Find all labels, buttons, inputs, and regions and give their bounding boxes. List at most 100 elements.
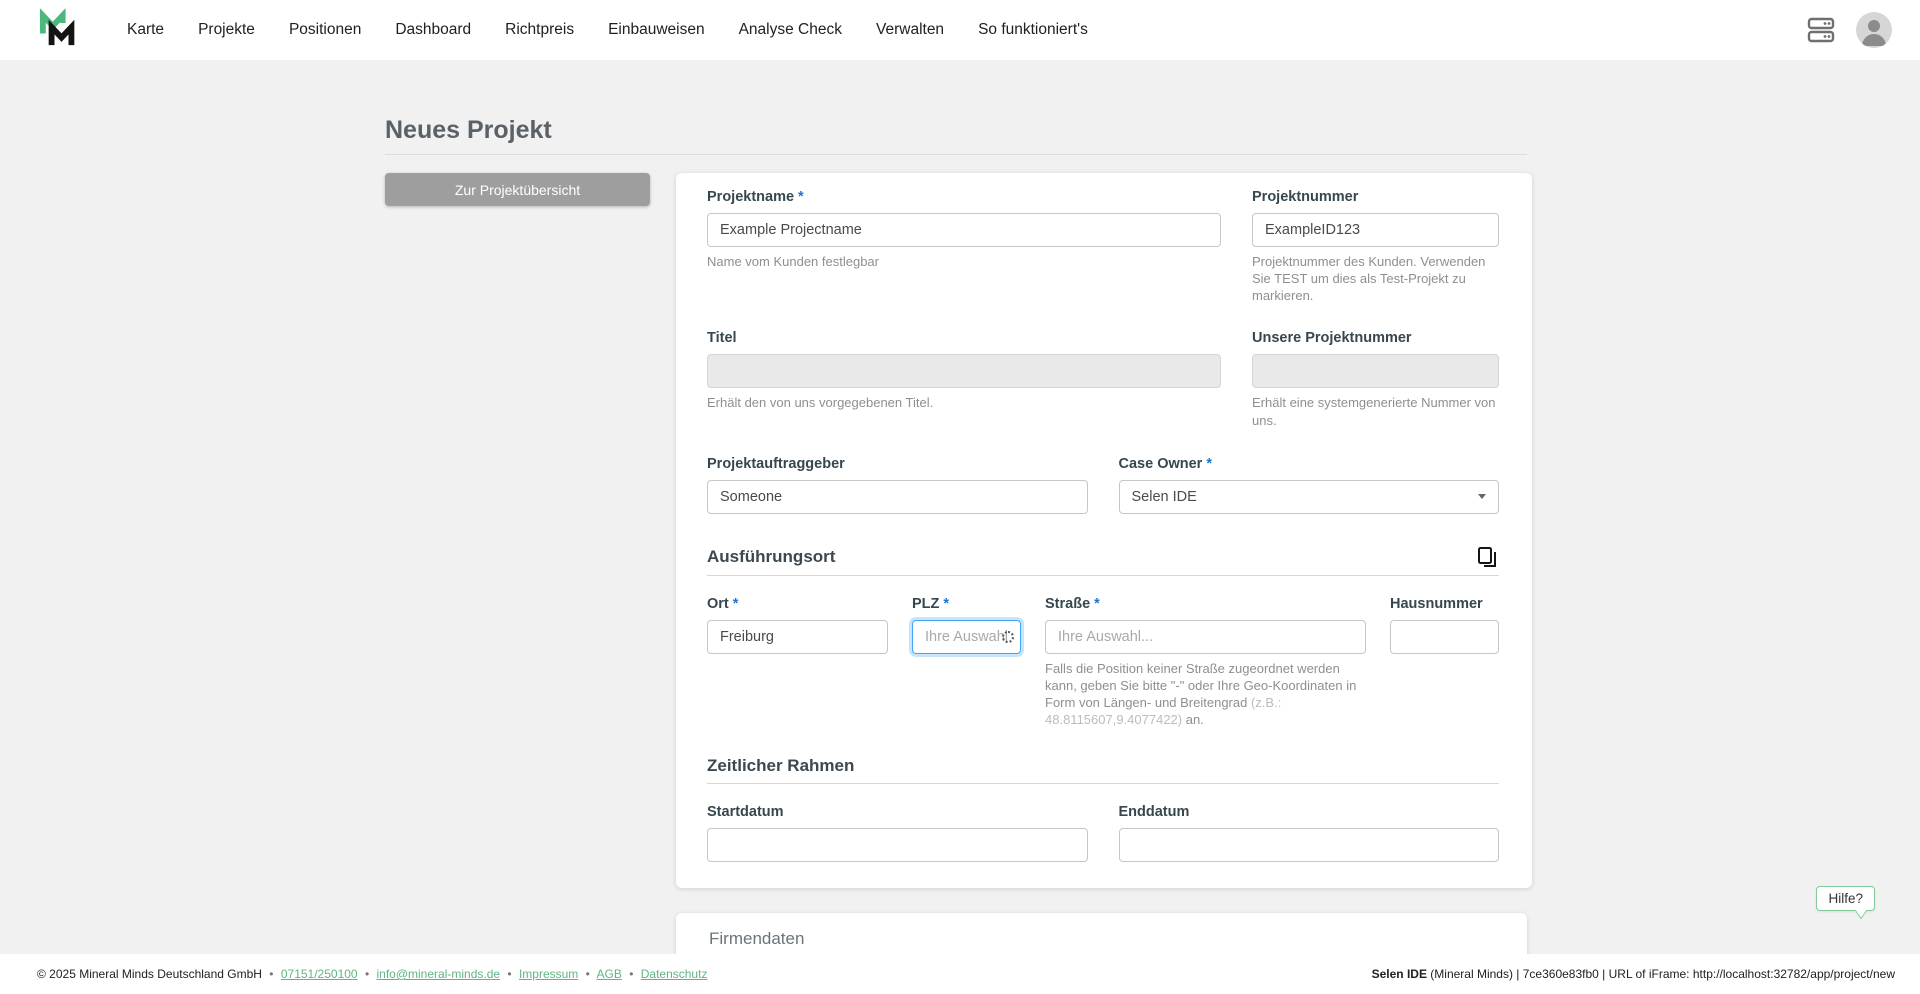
required-asterisk: * [732,595,739,612]
back-to-project-overview-button[interactable]: Zur Projektübersicht [385,173,650,206]
help-button[interactable]: Hilfe? [1816,886,1875,920]
server-stack-icon[interactable] [1806,15,1836,45]
projektnummer-hint: Projektnummer des Kunden. Verwenden Sie … [1252,254,1486,304]
copy-icon[interactable] [1477,546,1499,568]
plz-label-text: PLZ [912,595,940,612]
plz-label: PLZ * [912,596,1021,612]
enddatum-input[interactable] [1118,828,1499,863]
section-ausfuehrungsort: Ausführungsort [707,546,1499,576]
projektname-label: Projektname * [707,189,1221,205]
section-zeitlicher-rahmen: Zeitlicher Rahmen [707,756,1499,785]
left-column: Zur Projektübersicht [385,173,650,206]
page-title: Neues Projekt [385,116,1527,155]
footer-link-agb[interactable]: AGB [597,967,622,981]
nav-item-verwalten[interactable]: Verwalten [876,21,944,39]
top-navbar: Karte Projekte Positionen Dashboard Rich… [0,0,1920,60]
startdatum-input[interactable] [707,828,1088,863]
field-startdatum: Startdatum [707,804,1088,863]
projektname-label-text: Projektname [707,189,795,205]
footer-separator: • [364,967,370,981]
footer-link-impressum[interactable]: Impressum [519,967,578,981]
zeitlicher-rahmen-heading: Zeitlicher Rahmen [707,756,855,776]
field-plz: PLZ * [912,596,1021,729]
help-button-label: Hilfe? [1828,891,1863,906]
footer-link-phone[interactable]: 07151/250100 [281,967,358,981]
nav-item-einbauweisen[interactable]: Einbauweisen [608,21,705,39]
field-case-owner: Case Owner * Selen IDE [1118,456,1500,514]
field-ort: Ort * [707,596,888,729]
footer-status-app: Selen IDE [1371,967,1427,981]
footer-status: Selen IDE (Mineral Minds) | 7ce360e83fb0… [1372,967,1895,981]
unsere-projektnummer-label: Unsere Projektnummer [1252,330,1499,346]
field-projektnummer: Projektnummer Projektnummer des Kunden. … [1252,189,1499,304]
footer-link-email[interactable]: info@mineral-minds.de [376,967,500,981]
field-projektname: Projektname* Name vom Kunden festlegbar [707,189,1221,304]
main-nav: Karte Projekte Positionen Dashboard Rich… [127,21,1088,39]
nav-item-richtpreis[interactable]: Richtpreis [505,21,574,39]
field-unsere-projektnummer: Unsere Projektnummer Erhält eine systemg… [1252,330,1499,428]
case-owner-select[interactable]: Selen IDE [1118,479,1499,514]
titel-label-text: Titel [707,330,737,347]
projektnummer-label-text: Projektnummer [1252,189,1359,205]
projektnummer-label: Projektnummer [1252,189,1499,205]
case-owner-label: Case Owner * [1119,456,1500,472]
case-owner-selected-value: Selen IDE [1131,488,1197,505]
footer-copyright: © 2025 Mineral Minds Deutschland GmbH [37,967,262,981]
strasse-hint-part1: Falls die Position keiner Straße zugeord… [1045,660,1357,711]
strasse-label-text: Straße [1045,595,1091,612]
footer-link-datenschutz[interactable]: Datenschutz [641,967,708,981]
ort-label: Ort * [707,596,888,612]
projektauftraggeber-label: Projektauftraggeber [707,456,1088,472]
enddatum-label: Enddatum [1119,804,1500,820]
nav-item-so-funktionierts[interactable]: So funktioniert's [978,21,1088,39]
strasse-input[interactable] [1045,619,1366,654]
ort-label-text: Ort [707,595,729,612]
field-projektauftraggeber: Projektauftraggeber [707,456,1088,514]
nav-item-dashboard[interactable]: Dashboard [395,21,471,39]
titel-label: Titel [707,330,1221,346]
hausnummer-label-text: Hausnummer [1390,595,1483,612]
projektauftraggeber-input[interactable] [707,479,1088,514]
mineral-minds-logo-icon[interactable] [37,7,79,53]
projektnummer-input[interactable] [1252,213,1499,247]
startdatum-label: Startdatum [707,804,1088,820]
unsere-projektnummer-label-text: Unsere Projektnummer [1252,330,1412,347]
required-asterisk: * [1094,595,1100,612]
strasse-hint: Falls die Position keiner Straße zugeord… [1045,660,1366,729]
ort-input[interactable] [707,619,888,654]
required-asterisk: * [943,595,950,612]
firmendaten-heading: Firmendaten [709,929,805,949]
strasse-hint-part2: an. [1182,712,1204,728]
field-hausnummer: Hausnummer [1390,596,1499,729]
chevron-down-icon [1478,494,1486,500]
field-enddatum: Enddatum [1118,804,1500,863]
ausfuehrungsort-heading: Ausführungsort [707,546,836,566]
nav-item-projekte[interactable]: Projekte [198,21,255,39]
footer-separator: • [585,967,590,981]
projektauftraggeber-label-text: Projektauftraggeber [707,455,845,472]
hausnummer-input[interactable] [1390,619,1499,654]
user-avatar-icon[interactable] [1856,12,1892,48]
footer-separator: • [629,967,634,981]
main-content: Neues Projekt Zur Projektübersicht Proje… [385,60,1532,994]
titel-hint: Erhält den von uns vorgegebenen Titel. [707,395,934,411]
hausnummer-label: Hausnummer [1390,596,1499,612]
loading-spinner-icon [1002,630,1014,643]
required-asterisk: * [1206,455,1212,472]
footer-left: © 2025 Mineral Minds Deutschland GmbH • … [37,967,707,981]
enddatum-label-text: Enddatum [1118,804,1190,821]
field-strasse: Straße* Falls die Position keiner Straße… [1045,596,1366,729]
startdatum-label-text: Startdatum [707,804,784,821]
footer: © 2025 Mineral Minds Deutschland GmbH • … [0,954,1920,994]
nav-item-analyse-check[interactable]: Analyse Check [739,21,842,39]
projektname-input[interactable] [707,213,1221,247]
nav-item-positionen[interactable]: Positionen [289,21,361,39]
titel-input [707,354,1221,389]
projektname-hint: Name vom Kunden festlegbar [707,254,879,269]
unsere-projektnummer-input [1252,354,1499,389]
footer-status-detail: (Mineral Minds) | 7ce360e83fb0 | URL of … [1426,967,1895,981]
navbar-right [1806,12,1892,48]
required-asterisk: * [798,189,804,205]
nav-item-karte[interactable]: Karte [127,21,164,39]
unsere-projektnummer-hint: Erhält eine systemgenerierte Nummer von … [1252,395,1496,428]
